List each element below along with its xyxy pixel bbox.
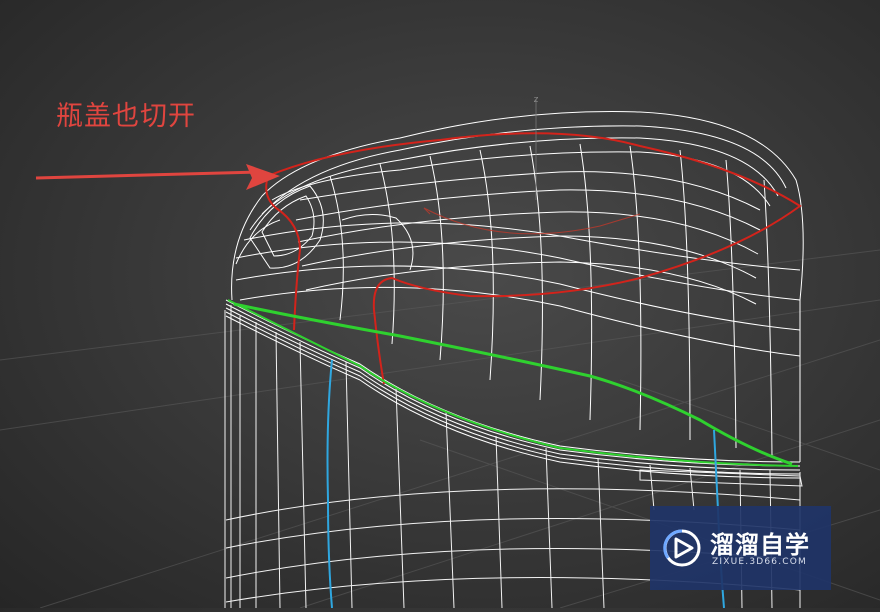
- pivot-gizmo: [423, 100, 641, 235]
- annotation-arrow: [35, 164, 280, 190]
- watermark-subtitle: ZIXUE.3D66.COM: [712, 557, 808, 567]
- watermark-title: 溜溜自学: [710, 531, 810, 559]
- axis-z-label: z: [534, 95, 539, 105]
- watermark-badge: 溜溜自学 ZIXUE.3D66.COM: [650, 506, 831, 590]
- cap-mesh: [231, 111, 804, 462]
- neck-rings: [225, 299, 801, 479]
- annotation-label: 瓶盖也切开: [56, 101, 196, 132]
- play-icon: [663, 529, 701, 567]
